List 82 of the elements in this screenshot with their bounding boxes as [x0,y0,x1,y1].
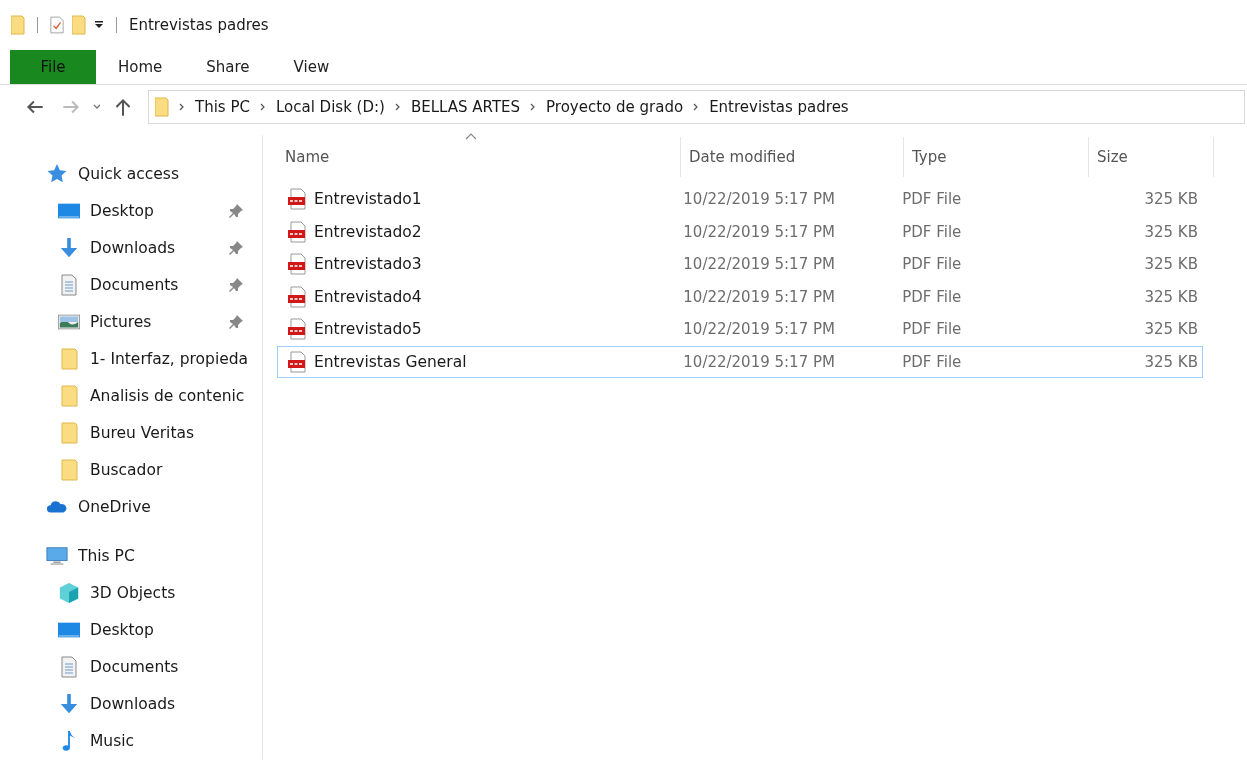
sidebar-item[interactable]: OneDrive [78,497,151,516]
file-name[interactable]: Entrevistado1 [314,190,422,208]
breadcrumb-item[interactable]: Entrevistas padres [709,98,849,116]
sidebar-item[interactable]: Documents [90,275,179,294]
table-cell: 325 KB [1144,352,1198,371]
pdf-file-icon [286,350,308,373]
sidebar-item[interactable]: Bureu Veritas [90,423,195,442]
file-name[interactable]: Entrevistado4 [314,287,422,306]
address-bar[interactable]: This PC Local Disk (D:) BELLAS ARTES Proyecto de grado Entrevistas padres [148,90,1245,124]
chevron-right-icon [530,102,537,112]
focused-row[interactable]: Entrevistas General 10/22/2019 5:17 PM PDF File 325 KB [277,345,1203,378]
sidebar-item[interactable]: Analisis de contenic [90,386,245,405]
down-arrow-icon [58,692,80,715]
ribbon-tab[interactable]: Home [96,50,185,84]
sidebar-item[interactable]: Desktop [90,201,154,220]
breadcrumb-item[interactable]: Local Disk (D:) [275,98,385,116]
pdf-file-icon [286,318,308,340]
column-header[interactable]: Type [912,148,947,166]
chevron-right-icon [259,102,266,112]
folder-icon [58,421,80,444]
table-cell: PDF File [902,222,962,241]
chevron-right-icon [693,102,700,112]
sidebar-item[interactable]: Pictures [90,312,152,331]
sidebar-item[interactable]: Buscador [90,460,163,479]
table-cell: 325 KB [1144,255,1198,273]
column-header[interactable]: Name [285,148,330,166]
sidebar-item[interactable]: 1- Interfaz, propieda [90,349,249,368]
down-arrow-icon [58,236,80,259]
breadcrumb-item[interactable]: This PC [195,98,250,116]
properties-icon[interactable] [50,15,64,35]
table-cell: PDF File [902,255,962,273]
ribbon-tab[interactable]: View [271,50,352,84]
star-icon [46,162,68,185]
folder-icon [58,384,80,407]
window-title: Entrevistas padres [129,16,269,34]
sort-up-icon [465,133,477,140]
folder-icon [58,347,80,370]
cube-icon [58,581,80,604]
table-cell: 10/22/2019 5:17 PM [683,287,835,306]
file-name[interactable]: Entrevistado5 [314,320,422,338]
pdf-file-icon [286,188,308,210]
file-name[interactable]: Entrevistado3 [314,255,422,273]
breadcrumb-item[interactable]: Proyecto de grado [546,98,684,116]
computer-icon [46,544,68,567]
sidebar-item[interactable]: Downloads [90,238,176,257]
table-cell: 10/22/2019 5:17 PM [683,190,835,208]
sidebar-item[interactable]: Downloads [90,694,176,713]
table-cell: 325 KB [1144,222,1198,241]
dropdown-icon[interactable] [94,20,104,30]
table-cell: 10/22/2019 5:17 PM [683,352,835,371]
pdf-file-icon [286,285,308,308]
folder-icon [58,458,80,481]
table-cell: 325 KB [1144,320,1198,338]
table-cell: PDF File [902,287,962,306]
sidebar-item[interactable]: 3D Objects [90,583,176,602]
document-icon [58,273,80,296]
sidebar-item[interactable]: Desktop [90,620,154,639]
sidebar-item[interactable]: Music [90,731,135,750]
file-name[interactable]: Entrevistado2 [314,222,422,241]
table-cell: 10/22/2019 5:17 PM [683,320,835,338]
file-name[interactable]: Entrevistas General [314,352,467,371]
column-header[interactable]: Size [1097,148,1128,166]
ribbon-tab[interactable]: Share [184,50,272,84]
ribbon-tab[interactable]: File [10,50,96,84]
table-cell: 325 KB [1144,190,1198,208]
chevron-right-icon [179,102,185,112]
breadcrumb-item[interactable]: BELLAS ARTES [410,98,521,116]
chevron-right-icon [394,102,401,112]
table-cell: PDF File [902,352,962,371]
table-cell: 325 KB [1144,287,1198,306]
pdf-file-icon [286,220,308,243]
folder-icon [155,97,169,117]
sidebar-item[interactable]: Quick access [78,164,179,183]
table-cell: 10/22/2019 5:17 PM [683,222,835,241]
table-cell: 10/22/2019 5:17 PM [683,255,835,273]
document-icon [58,655,80,678]
table-cell: PDF File [902,320,962,338]
column-header[interactable]: Date modified [689,148,796,166]
sidebar-item[interactable]: This PC [78,546,135,565]
table-cell: PDF File [902,190,962,208]
sidebar-item[interactable]: Documents [90,657,179,676]
pdf-file-icon [286,253,308,275]
